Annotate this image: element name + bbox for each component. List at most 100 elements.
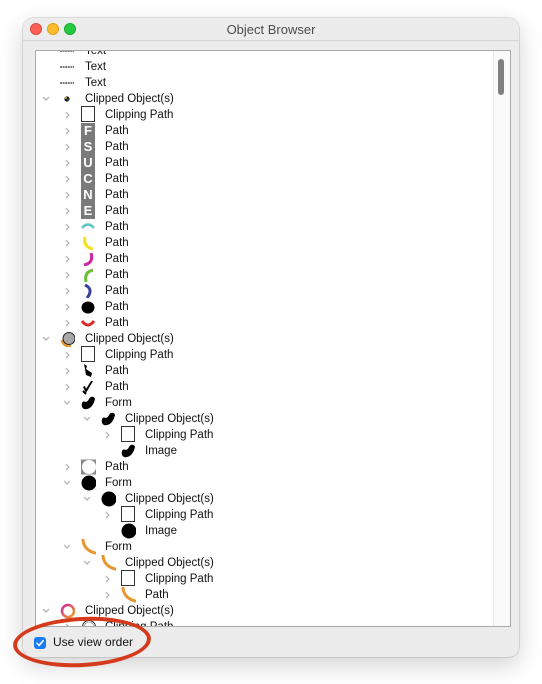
chevron-right-icon[interactable] bbox=[61, 171, 73, 187]
chevron-right-icon[interactable] bbox=[61, 459, 73, 475]
tree-row[interactable]: Clipping Path bbox=[36, 506, 496, 523]
tree-row[interactable]: Text bbox=[36, 50, 496, 59]
tree-row[interactable]: Form bbox=[36, 475, 496, 491]
tree-row[interactable]: Path bbox=[36, 587, 496, 603]
tree-row-label: Text bbox=[85, 50, 107, 57]
footer: Use view order bbox=[23, 627, 519, 657]
no-expander bbox=[101, 443, 113, 459]
tree-row[interactable]: Clipped Object(s) bbox=[36, 603, 496, 619]
no-expander bbox=[40, 51, 52, 59]
arc-orange-icon bbox=[120, 587, 136, 603]
chevron-right-icon[interactable] bbox=[61, 155, 73, 171]
chevron-right-icon[interactable] bbox=[61, 379, 73, 395]
chevron-right-icon[interactable] bbox=[61, 283, 73, 299]
chevron-down-icon[interactable] bbox=[81, 555, 93, 571]
tree-row-label: Clipping Path bbox=[145, 573, 214, 585]
chevron-right-icon[interactable] bbox=[61, 219, 73, 235]
object-tree[interactable]: Text Text Text Clipped Object(s) Clipping Pa… bbox=[35, 50, 511, 627]
tree-row[interactable]: U Path bbox=[36, 155, 496, 171]
tree-row[interactable]: Path bbox=[36, 219, 496, 235]
tree-row-label: Path bbox=[105, 317, 129, 329]
tree-row-label: Path bbox=[105, 269, 129, 281]
tree-row[interactable]: Clipped Object(s) bbox=[36, 555, 496, 571]
tree-row[interactable]: Path bbox=[36, 459, 496, 475]
chevron-down-icon[interactable] bbox=[61, 475, 73, 491]
tree-row[interactable]: F Path bbox=[36, 123, 496, 139]
tree-row[interactable]: Path bbox=[36, 235, 496, 251]
chevron-right-icon[interactable] bbox=[61, 187, 73, 203]
tree-row[interactable]: C Path bbox=[36, 171, 496, 187]
tree-row[interactable]: Path bbox=[36, 283, 496, 299]
chevron-down-icon[interactable] bbox=[61, 539, 73, 555]
tree-row[interactable]: Clipped Object(s) bbox=[36, 491, 496, 507]
chevron-down-icon[interactable] bbox=[40, 331, 52, 347]
arc-orange-icon bbox=[100, 555, 116, 571]
tree-row[interactable]: Path bbox=[36, 363, 496, 379]
chevron-right-icon[interactable] bbox=[61, 299, 73, 315]
tree-row[interactable]: Form bbox=[36, 539, 496, 555]
no-expander bbox=[40, 75, 52, 91]
chevron-right-icon[interactable] bbox=[61, 347, 73, 363]
tree-row[interactable]: Path bbox=[36, 251, 496, 267]
chevron-right-icon[interactable] bbox=[61, 107, 73, 123]
chevron-right-icon[interactable] bbox=[61, 123, 73, 139]
tree-row[interactable]: Image bbox=[36, 523, 496, 539]
arc-teal-icon bbox=[80, 220, 96, 234]
no-expander bbox=[101, 523, 113, 539]
tree-row[interactable]: Clipped Object(s) bbox=[36, 91, 496, 107]
brush-blob-icon bbox=[120, 444, 136, 458]
tree-row[interactable]: Path bbox=[36, 379, 496, 395]
tree-row[interactable]: Clipping Path bbox=[36, 570, 496, 587]
tree-row[interactable]: Path bbox=[36, 299, 496, 315]
tree-row[interactable]: Text bbox=[36, 59, 496, 75]
tree-row[interactable]: Clipping Path bbox=[36, 426, 496, 443]
vertical-scrollbar[interactable] bbox=[493, 51, 510, 626]
tree-row-label: Path bbox=[105, 141, 129, 153]
chevron-right-icon[interactable] bbox=[61, 235, 73, 251]
chevron-right-icon[interactable] bbox=[101, 427, 113, 443]
tree-row-label: Form bbox=[105, 541, 132, 553]
tree-row-label: Path bbox=[105, 301, 129, 313]
chevron-right-icon[interactable] bbox=[101, 571, 113, 587]
tree-row[interactable]: Clipping Path bbox=[36, 106, 496, 123]
use-view-order-checkbox[interactable] bbox=[34, 637, 46, 649]
scrollbar-thumb[interactable] bbox=[498, 59, 504, 95]
chevron-right-icon[interactable] bbox=[61, 267, 73, 283]
letter-c-icon: C bbox=[80, 171, 96, 187]
tree-row[interactable]: E Path bbox=[36, 203, 496, 219]
chevron-right-icon[interactable] bbox=[61, 203, 73, 219]
chevron-down-icon[interactable] bbox=[40, 91, 52, 107]
tree-row[interactable]: Path bbox=[36, 267, 496, 283]
tree-row[interactable]: Clipping Path bbox=[36, 619, 496, 626]
chevron-down-icon[interactable] bbox=[40, 603, 52, 619]
use-view-order-label[interactable]: Use view order bbox=[53, 635, 133, 649]
chevron-right-icon[interactable] bbox=[61, 315, 73, 331]
no-expander bbox=[40, 59, 52, 75]
letter-n-icon: N bbox=[80, 187, 96, 203]
chevron-right-icon[interactable] bbox=[101, 507, 113, 523]
tree-row[interactable]: S Path bbox=[36, 139, 496, 155]
chevron-right-icon[interactable] bbox=[61, 139, 73, 155]
arc-blue-icon bbox=[80, 284, 96, 298]
tree-row[interactable]: Path bbox=[36, 315, 496, 331]
chevron-down-icon[interactable] bbox=[81, 491, 93, 507]
tree-row[interactable]: Clipped Object(s) bbox=[36, 411, 496, 427]
chevron-right-icon[interactable] bbox=[61, 363, 73, 379]
chevron-down-icon[interactable] bbox=[61, 395, 73, 411]
tree-row-label: Clipping Path bbox=[145, 429, 214, 441]
tree-row-label: Path bbox=[105, 285, 129, 297]
chevron-right-icon[interactable] bbox=[101, 587, 113, 603]
tree-row[interactable]: Form bbox=[36, 395, 496, 411]
chevron-down-icon[interactable] bbox=[81, 411, 93, 427]
tree-row-label: Path bbox=[105, 173, 129, 185]
tree-row-label: Image bbox=[145, 525, 177, 537]
chevron-right-icon[interactable] bbox=[61, 619, 73, 626]
tree-row-label: Clipping Path bbox=[105, 349, 174, 361]
tree-row-label: Form bbox=[105, 397, 132, 409]
tree-row[interactable]: N Path bbox=[36, 187, 496, 203]
tree-row[interactable]: Text bbox=[36, 75, 496, 91]
tree-row[interactable]: Image bbox=[36, 443, 496, 459]
tree-row[interactable]: Clipping Path bbox=[36, 346, 496, 363]
tree-row[interactable]: Clipped Object(s) bbox=[36, 331, 496, 347]
chevron-right-icon[interactable] bbox=[61, 251, 73, 267]
